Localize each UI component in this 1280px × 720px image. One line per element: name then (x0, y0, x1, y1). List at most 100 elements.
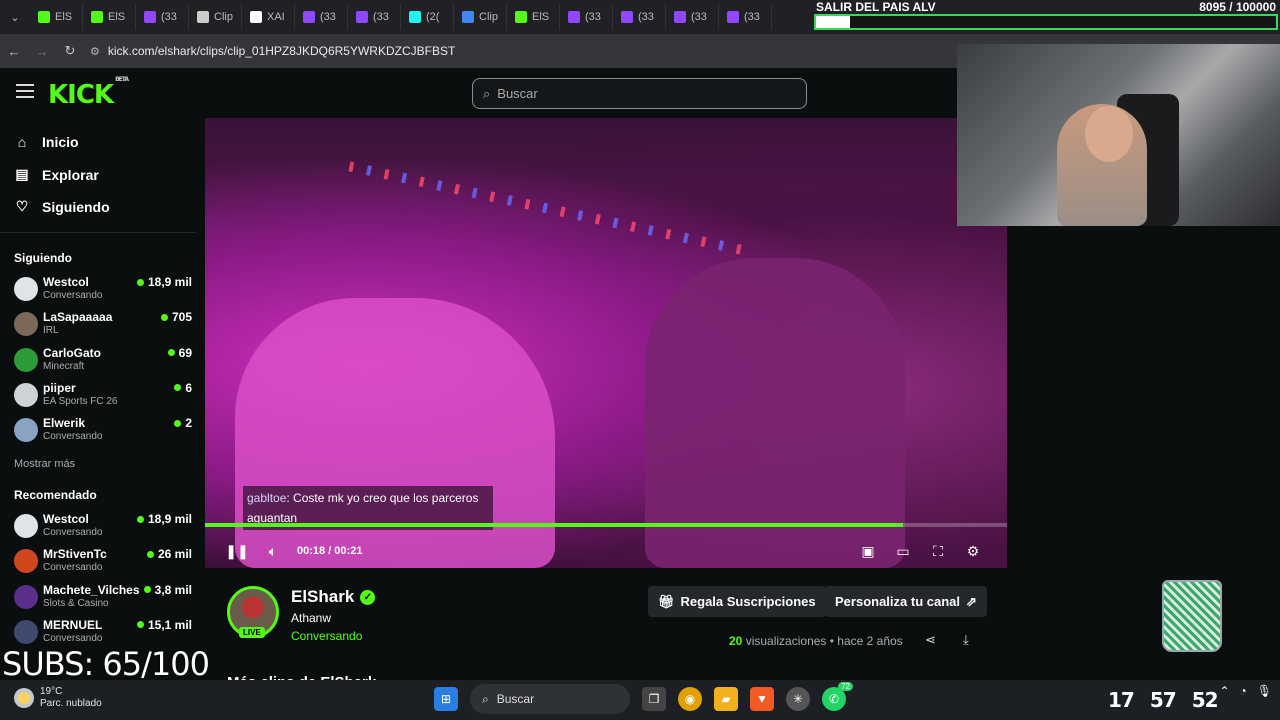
browser-tab[interactable]: ElS (507, 4, 560, 30)
recommended-title: Recomendado (14, 488, 97, 502)
viewer-count: 6 (174, 381, 192, 395)
sidebar: ⌂ Inicio ▤ Explorar ♡ Siguiendo Siguiendo W… (0, 118, 200, 680)
nav-explore[interactable]: ▤ Explorar (14, 166, 98, 183)
fullscreen-icon[interactable]: ⛶ (928, 541, 948, 561)
browser-tab[interactable]: Clip (189, 4, 242, 30)
url-field[interactable]: ⚙ kick.com/elshark/clips/clip_01HPZ8JKDQ… (90, 44, 455, 58)
clip-title: Athanw (291, 611, 332, 625)
browser-tab[interactable]: (33 (719, 4, 772, 30)
channel-avatar (14, 347, 38, 372)
url-text[interactable]: kick.com/elshark/clips/clip_01HPZ8JKDQ6R… (108, 44, 455, 58)
tab-label: (33 (373, 11, 389, 23)
taskbar-apps: ⊞ ⌕ Buscar ❐ ◉ ▰ ▼ ✳ ✆ 72 (434, 682, 853, 714)
channel-category: Minecraft (43, 360, 85, 372)
channel-name: Westcol (43, 512, 89, 526)
brave-icon[interactable]: ▼ (750, 687, 774, 711)
weather-widget[interactable]: 19°C Parc. nublado (14, 686, 102, 710)
windows-start-icon[interactable]: ⊞ (434, 687, 458, 711)
kick-logo[interactable]: KICKBETA (48, 76, 129, 110)
sidebar-channel[interactable]: Westcol Conversando 18,9 mil (14, 510, 192, 542)
beta-badge: BETA (115, 76, 129, 84)
following-title: Siguiendo (14, 251, 72, 265)
pause-icon[interactable]: ❚❚ (225, 541, 248, 561)
tab-favicon-icon (727, 11, 739, 23)
gift-subs-button[interactable]: 🎁︎ Regala Suscripciones (648, 586, 826, 617)
channel-avatar (14, 514, 38, 538)
nav-home[interactable]: ⌂ Inicio (14, 134, 79, 150)
tab-favicon-icon (38, 11, 50, 23)
whatsapp-icon[interactable]: ✆ 72 (822, 682, 853, 711)
volume-icon[interactable]: 🔈︎ (263, 541, 283, 561)
channel-name: Westcol (43, 275, 89, 289)
whatsapp-badge: 72 (838, 682, 853, 691)
taskbar-search[interactable]: ⌕ Buscar (470, 684, 630, 714)
network-icon[interactable]: ◔ (1240, 684, 1247, 698)
sidebar-channel[interactable]: MrStivenTc Conversando 26 mil (14, 545, 192, 577)
channel-category: Conversando (43, 431, 103, 443)
playback-time: 00:18 / 00:21 (297, 545, 363, 557)
settings-icon[interactable]: ⚙ (963, 541, 983, 561)
tab-favicon-icon (303, 11, 315, 23)
tab-favicon-icon (409, 11, 421, 23)
browser-tab[interactable]: Clip (454, 4, 507, 30)
browser-tab[interactable]: (33 (560, 4, 613, 30)
channel-avatar (14, 418, 38, 443)
browser-tab[interactable]: ElS (83, 4, 136, 30)
channel-category: Conversando (43, 290, 103, 301)
sidebar-channel[interactable]: Elwerik Conversando 2 (14, 414, 192, 446)
browser-tab[interactable]: (33 (295, 4, 348, 30)
channel-name[interactable]: ElShark ✓ (291, 587, 376, 607)
recycle-bin-icon[interactable] (1162, 580, 1222, 652)
chrome-icon[interactable]: ◉ (678, 687, 702, 711)
channel-avatar (14, 619, 38, 644)
tab-label: (33 (585, 11, 601, 23)
pip-icon[interactable]: ▣ (858, 541, 878, 561)
search-input[interactable]: ⌕ Buscar (472, 78, 807, 109)
sidebar-channel[interactable]: LaSapaaaaa IRL 705 (14, 308, 192, 340)
nav-following[interactable]: ♡ Siguiendo (14, 198, 110, 215)
task-view-icon[interactable]: ❐ (642, 687, 666, 711)
forward-icon[interactable]: → (28, 44, 56, 59)
browser-tab[interactable]: (33 (666, 4, 719, 30)
live-dot-icon (167, 349, 175, 357)
tab-search-button[interactable]: ⌄ (0, 0, 30, 34)
app-icon[interactable]: ✳ (786, 687, 810, 711)
browser-tab[interactable]: (2( (401, 4, 454, 30)
sidebar-channel[interactable]: Machete_Vilches Slots & Casino 3,8 mil (14, 581, 192, 613)
browser-tab[interactable]: ElS (30, 4, 83, 30)
share-icon[interactable]: ⋖ (925, 632, 936, 648)
viewer-count: 15,1 mil (136, 618, 192, 632)
sidebar-channel[interactable]: piiper EA Sports FC 26 6 (14, 379, 192, 411)
file-explorer-icon[interactable]: ▰ (714, 687, 738, 711)
tab-favicon-icon (144, 11, 156, 23)
clip-video-player[interactable]: gabltoe: Coste mk yo creo que los parcer… (205, 118, 1007, 568)
sidebar-channel[interactable]: CarloGato Minecraft 69 (14, 344, 192, 376)
channel-category[interactable]: Conversando (291, 629, 362, 643)
tab-label: (2( (426, 11, 440, 23)
menu-icon[interactable] (16, 84, 34, 98)
views-label: visualizaciones (745, 634, 827, 648)
show-more-link[interactable]: Mostrar más (14, 458, 75, 470)
reload-icon[interactable]: ↻ (56, 43, 84, 59)
sidebar-channel[interactable]: Westcol Conversando 18,9 mil (14, 273, 192, 305)
customize-channel-button[interactable]: Personaliza tu canal ⇗ (825, 586, 987, 617)
tab-favicon-icon (250, 11, 262, 23)
download-icon[interactable]: ⤓ (963, 632, 969, 648)
tab-favicon-icon (568, 11, 580, 23)
progress-bar[interactable] (205, 523, 1007, 527)
site-info-icon[interactable]: ⚙ (90, 45, 100, 58)
site-header: KICKBETA ⌕ Buscar (0, 68, 957, 118)
browser-tab[interactable]: XAI (242, 4, 295, 30)
channel-name: MERNUEL (43, 617, 103, 632)
channel-avatar (14, 277, 38, 301)
verified-icon: ✓ (360, 589, 376, 605)
browser-tab[interactable]: (33 (613, 4, 666, 30)
sidebar-channel[interactable]: MERNUEL Conversando 15,1 mil (14, 616, 192, 648)
back-icon[interactable]: ← (0, 44, 28, 59)
microphone-icon[interactable]: 🎙︎ (1257, 684, 1272, 698)
browser-tab[interactable]: (33 (348, 4, 401, 30)
tab-label: (33 (691, 11, 707, 23)
theater-mode-icon[interactable]: ▭ (893, 541, 913, 561)
tab-favicon-icon (462, 11, 474, 23)
browser-tab[interactable]: (33 (136, 4, 189, 30)
